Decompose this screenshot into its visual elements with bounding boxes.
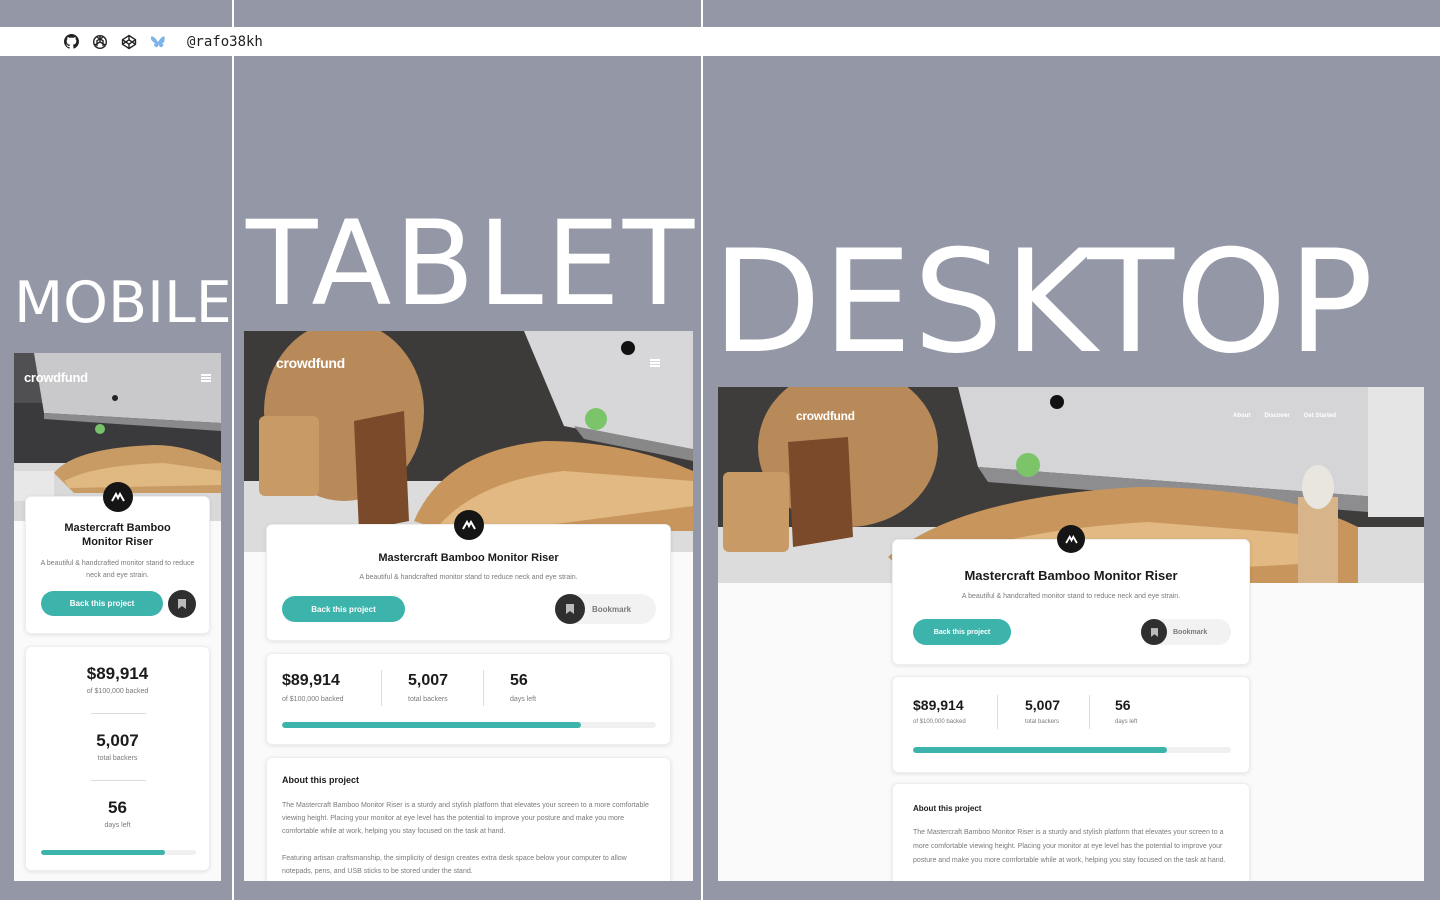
mastercraft-logo-icon (103, 482, 133, 512)
stat-days: 56 days left (510, 672, 536, 703)
back-project-button[interactable]: Back this project (41, 591, 163, 616)
stats-divider (91, 713, 146, 714)
back-project-button[interactable]: Back this project (913, 619, 1011, 645)
back-project-button[interactable]: Back this project (282, 596, 405, 622)
stats-divider (91, 780, 146, 781)
stats-card: $89,914 of $100,000 backed 5,007 total b… (266, 653, 671, 745)
days-label: days left (510, 696, 537, 703)
codepen-icon[interactable] (121, 34, 137, 50)
stats-divider (997, 695, 998, 729)
backers-count: 5,007 (96, 731, 139, 750)
project-description: A beautiful & handcrafted monitor stand … (40, 560, 195, 579)
author-handle[interactable]: @rafo38kh (187, 34, 263, 50)
github-icon[interactable] (63, 34, 79, 50)
project-card: Mastercraft Bamboo Monitor Riser A beaut… (25, 482, 210, 634)
stats-card: $89,914 of $100,000 backed 5,007 total b… (25, 646, 210, 871)
site-logo[interactable]: crowdfund (24, 370, 88, 385)
stat-backed: $89,914 of $100,000 backed (26, 664, 209, 695)
mastercraft-logo-icon (454, 510, 484, 540)
funding-progress-bar (282, 722, 656, 728)
about-paragraph-1: The Mastercraft Bamboo Monitor Riser is … (913, 829, 1226, 864)
about-heading: About this project (913, 804, 982, 813)
nav-get-started[interactable]: Get Started (1304, 413, 1336, 419)
about-card: About this project The Mastercraft Bambo… (892, 783, 1250, 881)
column-divider-2 (701, 0, 703, 900)
backers-label: total backers (97, 755, 138, 762)
author-bar: @rafo38kh (0, 27, 1440, 56)
desktop-preview: crowdfund About Discover Get Started Mas… (718, 387, 1424, 881)
nav-discover[interactable]: Discover (1264, 413, 1289, 419)
hamburger-menu-icon[interactable] (650, 359, 660, 367)
bookmark-icon (555, 594, 585, 624)
bookmark-button[interactable]: Bookmark (1141, 619, 1231, 645)
project-description: A beautiful & handcrafted monitor stand … (359, 574, 578, 581)
days-label: days left (104, 822, 131, 829)
openai-icon[interactable] (92, 34, 108, 50)
backed-label: of $100,000 backed (86, 688, 149, 695)
stat-backers: 5,007 total backers (1025, 697, 1060, 725)
tablet-preview: crowdfund Mastercraft Bamboo Monitor Ris… (244, 331, 693, 881)
days-left: 56 (1115, 697, 1131, 713)
stat-days: 56 days left (1115, 697, 1137, 725)
backers-count: 5,007 (1025, 697, 1061, 713)
days-label: days left (1115, 719, 1138, 725)
days-left: 56 (108, 798, 127, 817)
bookmark-button[interactable]: Bookmark (555, 594, 656, 624)
funding-progress-bar (913, 747, 1231, 753)
nav-about[interactable]: About (1233, 413, 1250, 419)
project-title: Mastercraft Bamboo Monitor Riser (378, 552, 559, 564)
bookmark-label: Bookmark (1173, 628, 1208, 636)
stats-card: $89,914 of $100,000 backed 5,007 total b… (892, 676, 1250, 773)
project-description: A beautiful & handcrafted monitor stand … (961, 593, 1181, 600)
mobile-preview: crowdfund Mastercraft Bamboo Monitor Ris… (14, 353, 221, 881)
bookmark-icon[interactable] (168, 590, 196, 618)
project-card: Mastercraft Bamboo Monitor Riser A beaut… (892, 525, 1250, 665)
about-paragraph-1: The Mastercraft Bamboo Monitor Riser is … (282, 802, 649, 835)
stat-backers: 5,007 total backers (408, 672, 448, 703)
backed-label: of $100,000 backed (913, 719, 966, 725)
mastercraft-logo-icon (1057, 525, 1085, 553)
desktop-label: DESKTOP (712, 220, 1375, 385)
column-divider-1 (232, 0, 234, 900)
stat-backers: 5,007 total backers (26, 731, 209, 762)
funding-progress-bar (41, 850, 196, 855)
stats-divider (381, 670, 382, 706)
site-logo[interactable]: crowdfund (796, 409, 855, 423)
backers-label: total backers (1025, 719, 1060, 725)
about-heading: About this project (282, 775, 359, 785)
bluesky-icon[interactable] (150, 34, 166, 50)
site-logo[interactable]: crowdfund (276, 355, 345, 371)
stat-backed: $89,914 of $100,000 backed (913, 697, 966, 725)
backers-count: 5,007 (408, 672, 449, 689)
project-title: Mastercraft Bamboo Monitor Riser (964, 568, 1178, 583)
stats-divider (1089, 695, 1090, 729)
about-card: About this project The Mastercraft Bambo… (266, 757, 671, 881)
project-title: Mastercraft Bamboo Monitor Riser (64, 522, 171, 548)
about-paragraph-2: Featuring artisan craftsmanship, the sim… (282, 855, 627, 875)
backed-amount: $89,914 (86, 664, 149, 683)
project-card: Mastercraft Bamboo Monitor Riser A beaut… (266, 510, 671, 641)
days-left: 56 (510, 672, 528, 689)
main-nav: About Discover Get Started (1233, 413, 1336, 419)
backed-amount: $89,914 (913, 697, 964, 713)
stats-divider (483, 670, 484, 706)
backers-label: total backers (408, 696, 448, 703)
backed-label: of $100,000 backed (282, 696, 344, 703)
backed-amount: $89,914 (282, 672, 340, 689)
tablet-label: TABLET (246, 195, 698, 332)
stat-backed: $89,914 of $100,000 backed (282, 672, 344, 703)
stat-days: 56 days left (26, 798, 209, 829)
bookmark-icon (1141, 619, 1167, 645)
bookmark-label: Bookmark (592, 604, 632, 614)
hamburger-menu-icon[interactable] (201, 374, 211, 382)
mobile-label: MOBILE (14, 270, 232, 336)
